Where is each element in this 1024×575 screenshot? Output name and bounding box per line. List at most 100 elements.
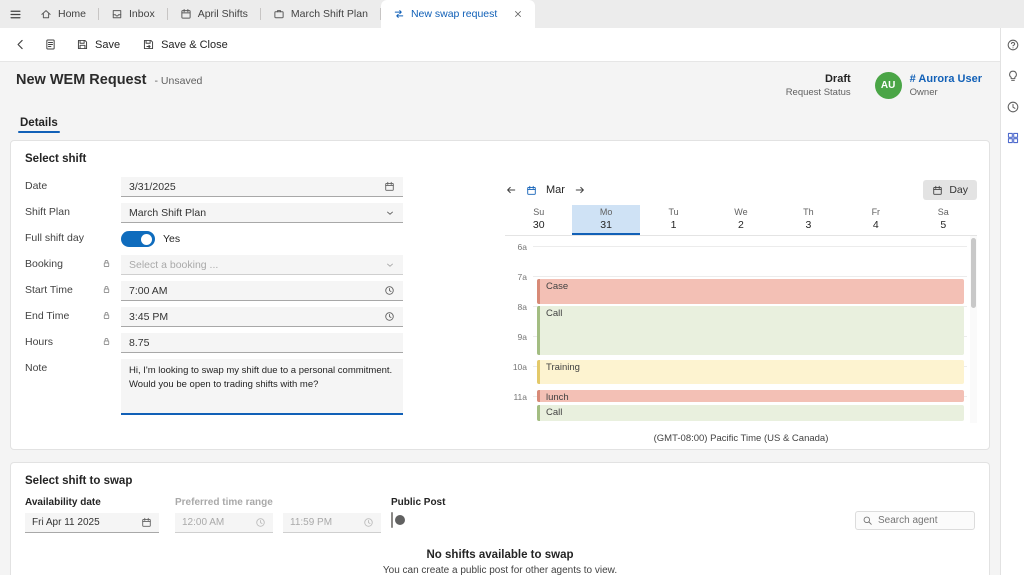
lightbulb-icon[interactable] xyxy=(1006,69,1020,83)
clock-icon xyxy=(363,517,374,528)
toggle-value: Yes xyxy=(163,233,180,245)
save-button[interactable]: Save xyxy=(66,32,130,58)
label-text: Start Time xyxy=(25,284,73,296)
note-label: Note xyxy=(25,359,121,374)
page-title: New WEM Request xyxy=(16,72,147,88)
note-textarea[interactable]: Hi, I'm looking to swap my shift due to … xyxy=(121,359,403,415)
tab-label: March Shift Plan xyxy=(291,8,368,20)
date-label: Date xyxy=(25,177,121,192)
calendar-event[interactable]: Call xyxy=(537,405,964,421)
availability-date-label: Availability date xyxy=(25,497,159,508)
calendar-month-label[interactable]: Mar xyxy=(546,184,565,196)
tab-home[interactable]: Home xyxy=(28,0,98,28)
label-text: Note xyxy=(25,362,47,374)
clock-icon xyxy=(255,517,266,528)
unsaved-indicator: - Unsaved xyxy=(155,75,203,87)
calendar-event[interactable]: lunch xyxy=(537,390,964,402)
hour-label: 9a xyxy=(505,332,527,342)
calendar-icon[interactable] xyxy=(384,181,395,192)
tab-march-shift-plan[interactable]: March Shift Plan xyxy=(261,0,380,28)
calendar-event[interactable]: Case xyxy=(537,279,964,304)
form-switcher-icon[interactable] xyxy=(36,32,64,58)
calendar-event[interactable]: Call xyxy=(537,306,964,355)
main-content: New WEM Request - Unsaved Draft Request … xyxy=(0,62,1000,575)
time-from-field[interactable]: 12:00 AM xyxy=(175,513,273,533)
scrollbar-thumb[interactable] xyxy=(971,238,976,308)
start-time-field[interactable]: 7:00 AM xyxy=(121,281,403,301)
day-date-label: 2 xyxy=(707,219,774,231)
request-status-block: Draft Request Status xyxy=(786,73,851,98)
tab-label: New swap request xyxy=(411,8,497,20)
tab-inbox[interactable]: Inbox xyxy=(99,0,167,28)
date-value: 3/31/2025 xyxy=(129,181,176,193)
calendar-event[interactable]: Training xyxy=(537,360,964,384)
tab-new-swap-request[interactable]: New swap request xyxy=(381,0,535,28)
end-time-field[interactable]: 3:45 PM xyxy=(121,307,403,327)
hamburger-menu-icon[interactable] xyxy=(2,0,28,28)
chevron-down-icon[interactable] xyxy=(385,208,395,218)
hour-label: 11a xyxy=(505,392,527,402)
shift-calendar: Mar Day Su30Mo31Tu1We2Th3Fr4Sa5 6a7a8a9a… xyxy=(505,179,977,444)
save-icon xyxy=(76,38,89,51)
calendar-icon xyxy=(932,185,943,196)
day-date-label: 1 xyxy=(640,219,707,231)
calendar-prev-icon[interactable] xyxy=(505,184,517,196)
tab-april-shifts[interactable]: April Shifts xyxy=(168,0,260,28)
history-icon[interactable] xyxy=(1006,100,1020,114)
shift-form: Date 3/31/2025 Shift Plan March Shift Pl… xyxy=(25,177,403,421)
save-and-close-button[interactable]: Save & Close xyxy=(132,32,238,58)
day-date-label: 3 xyxy=(775,219,842,231)
day-view-button[interactable]: Day xyxy=(923,180,977,200)
label-text: Date xyxy=(25,180,47,192)
save-label: Save xyxy=(95,39,120,51)
shift-plan-field[interactable]: March Shift Plan xyxy=(121,203,403,223)
section-title: Select shift to swap xyxy=(11,463,989,487)
time-to-field[interactable]: 11:59 PM xyxy=(283,513,381,533)
full-shift-day-label: Full shift day xyxy=(25,229,121,244)
calendar-day-header[interactable]: Su30 xyxy=(505,205,572,235)
home-icon xyxy=(40,8,52,20)
calendar-day-header[interactable]: Sa5 xyxy=(910,205,977,235)
tab-details[interactable]: Details xyxy=(18,117,60,138)
hour-label: 10a xyxy=(505,362,527,372)
calendar-scrollbar[interactable] xyxy=(970,236,977,423)
hours-label: Hours xyxy=(25,333,121,348)
shift-plan-value: March Shift Plan xyxy=(129,207,206,219)
booking-field[interactable]: Select a booking ... xyxy=(121,255,403,275)
preferred-time-range-label: Preferred time range xyxy=(175,497,381,508)
day-of-week-label: Th xyxy=(775,207,842,217)
availability-date-field[interactable]: Fri Apr 11 2025 xyxy=(25,513,159,533)
hour-label: 6a xyxy=(505,242,527,252)
label-text: Shift Plan xyxy=(25,206,70,218)
calendar-day-header[interactable]: We2 xyxy=(707,205,774,235)
copilot-icon[interactable] xyxy=(1006,38,1020,52)
hours-field[interactable]: 8.75 xyxy=(121,333,403,353)
search-icon xyxy=(862,515,873,526)
search-agent-input[interactable] xyxy=(878,515,968,526)
day-date-label: 4 xyxy=(842,219,909,231)
calendar-icon[interactable] xyxy=(141,517,152,528)
day-of-week-label: Fr xyxy=(842,207,909,217)
close-tab-icon[interactable] xyxy=(513,9,523,19)
tab-label: Inbox xyxy=(129,8,155,20)
apps-icon[interactable] xyxy=(1006,131,1020,145)
tab-label: Home xyxy=(58,8,86,20)
calendar-day-header[interactable]: Th 3 xyxy=(775,205,842,235)
full-shift-day-control: Yes xyxy=(121,229,403,249)
time-from-value: 12:00 AM xyxy=(182,517,224,528)
full-shift-day-toggle[interactable] xyxy=(121,231,155,247)
start-time-value: 7:00 AM xyxy=(129,285,168,297)
agent-search xyxy=(855,511,975,530)
public-post-toggle[interactable] xyxy=(391,512,393,528)
shift-plan-label: Shift Plan xyxy=(25,203,121,218)
calendar-next-icon[interactable] xyxy=(574,184,586,196)
timezone-label: (GMT-08:00) Pacific Time (US & Canada) xyxy=(505,433,977,444)
owner-name-link[interactable]: # Aurora User xyxy=(910,73,982,85)
calendar-day-header[interactable]: Tu 1 xyxy=(640,205,707,235)
day-date-label: 31 xyxy=(572,219,639,231)
calendar-day-header[interactable]: Mo31 xyxy=(572,205,639,235)
day-of-week-label: Tu xyxy=(640,207,707,217)
date-field[interactable]: 3/31/2025 xyxy=(121,177,403,197)
calendar-day-header[interactable]: Fr 4 xyxy=(842,205,909,235)
back-button[interactable] xyxy=(6,32,34,58)
